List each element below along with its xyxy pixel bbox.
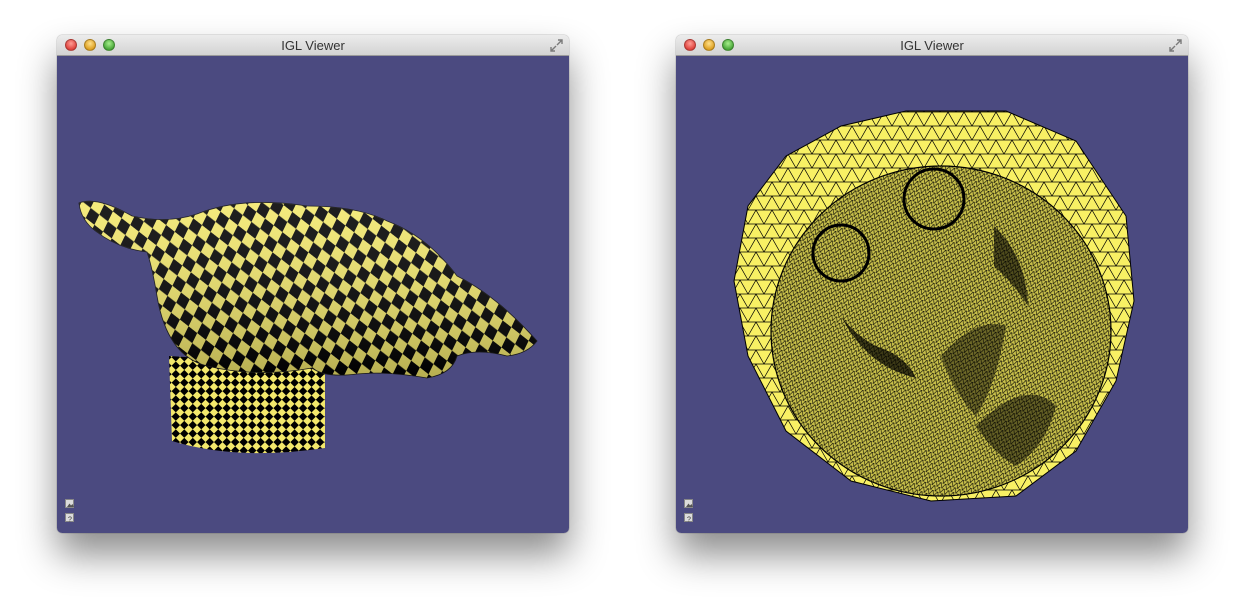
image-icon[interactable] bbox=[65, 499, 74, 508]
svg-text:?: ? bbox=[68, 517, 72, 524]
image-icon[interactable] bbox=[684, 499, 693, 508]
window-title: IGL Viewer bbox=[900, 38, 964, 53]
3d-viewport[interactable]: ? bbox=[57, 56, 569, 533]
help-icon[interactable]: ? bbox=[65, 513, 74, 524]
viewer-window-right: IGL Viewer ? bbox=[676, 35, 1188, 533]
fullscreen-icon[interactable] bbox=[549, 38, 564, 53]
svg-text:?: ? bbox=[687, 517, 691, 524]
title-bar[interactable]: IGL Viewer bbox=[676, 35, 1188, 56]
3d-viewport[interactable]: ? bbox=[676, 56, 1188, 533]
fullscreen-icon[interactable] bbox=[1168, 38, 1183, 53]
help-icon[interactable]: ? bbox=[684, 513, 693, 524]
wireframe-mesh bbox=[733, 110, 1135, 502]
viewer-window-left: IGL Viewer ? bbox=[57, 35, 569, 533]
window-title: IGL Viewer bbox=[281, 38, 345, 53]
checkerboard-mesh bbox=[78, 200, 538, 454]
title-bar[interactable]: IGL Viewer bbox=[57, 35, 569, 56]
